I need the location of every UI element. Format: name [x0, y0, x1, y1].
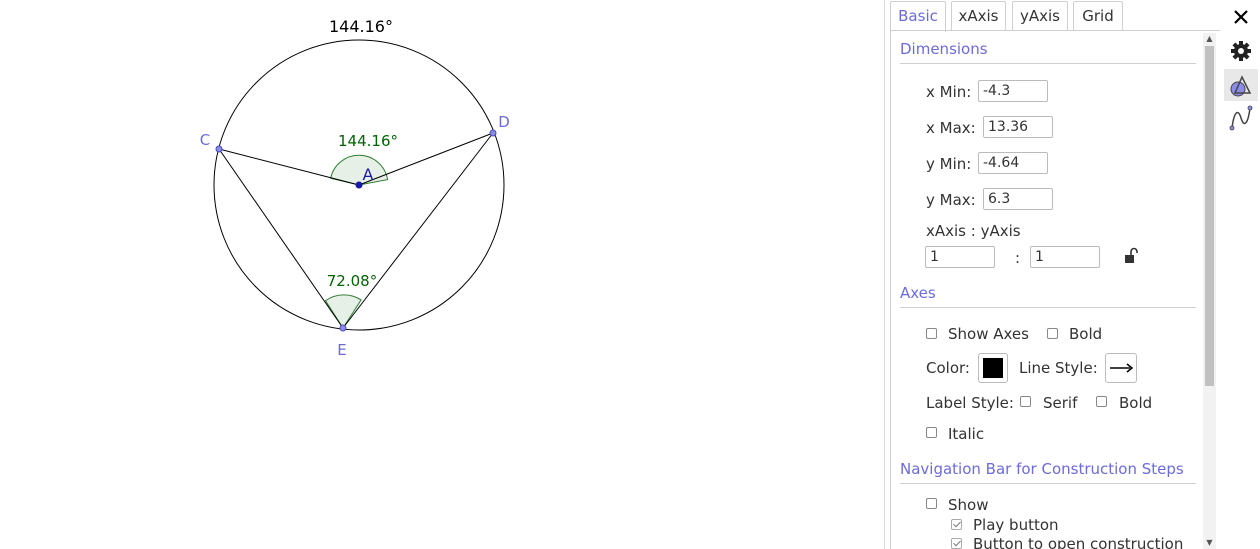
x-min-input[interactable]: [978, 80, 1048, 102]
show-axes-checkbox[interactable]: [926, 328, 937, 339]
close-icon[interactable]: [1228, 4, 1254, 30]
gear-icon[interactable]: [1224, 35, 1258, 67]
ratio-x-input[interactable]: [925, 246, 995, 268]
open-construction-label: Button to open construction: [973, 535, 1184, 549]
panel-divider: [884, 0, 885, 549]
x-max-label: x Max:: [926, 119, 976, 137]
y-min-label: y Min:: [926, 155, 972, 173]
ratio-separator: :: [1015, 249, 1021, 267]
x-min-label: x Min:: [926, 83, 972, 101]
central-angle-sector[interactable]: [330, 154, 389, 186]
point-d[interactable]: [489, 129, 497, 137]
tab-yaxis[interactable]: yAxis: [1012, 1, 1068, 30]
axes-color-button[interactable]: [978, 353, 1008, 383]
function-graph-icon[interactable]: [1224, 102, 1258, 134]
axes-title: Axes: [900, 284, 936, 302]
point-e[interactable]: [339, 324, 347, 332]
axes-color-swatch: [983, 358, 1003, 378]
settings-content: Dimensions x Min: x Max: y Min: y Max: x…: [890, 31, 1221, 549]
navigation-divider: [900, 483, 1196, 484]
show-navigation-label: Show: [948, 496, 989, 514]
axes-divider: [900, 307, 1196, 308]
navigation-title: Navigation Bar for Construction Steps: [900, 460, 1184, 478]
line-style-label: Line Style:: [1019, 359, 1098, 377]
settings-tabs: Basic xAxis yAxis Grid: [890, 1, 1222, 32]
point-label-a: A: [363, 165, 374, 184]
y-max-input[interactable]: [983, 188, 1053, 210]
axes-bold-checkbox[interactable]: [1047, 328, 1058, 339]
label-style-label: Label Style:: [926, 394, 1014, 412]
italic-label: Italic: [948, 425, 985, 443]
x-max-input[interactable]: [983, 116, 1053, 138]
scroll-thumb[interactable]: [1205, 46, 1214, 386]
arrow-line-icon: [1110, 363, 1134, 373]
scroll-down-arrow-icon[interactable]: ▼: [1203, 537, 1216, 549]
color-label: Color:: [926, 359, 970, 377]
dimensions-title: Dimensions: [900, 40, 988, 58]
serif-checkbox[interactable]: [1020, 396, 1031, 407]
graphics-settings-icon[interactable]: [1224, 69, 1258, 101]
tab-basic[interactable]: Basic: [890, 1, 946, 32]
dimensions-divider: [900, 63, 1196, 64]
play-button-checkbox[interactable]: [951, 519, 962, 530]
ratio-y-input[interactable]: [1030, 246, 1100, 268]
point-c[interactable]: [215, 145, 223, 153]
italic-checkbox[interactable]: [926, 427, 937, 438]
axes-ratio-label: xAxis : yAxis: [926, 222, 1021, 240]
scroll-up-arrow-icon[interactable]: ▲: [1203, 33, 1216, 45]
arc-angle-label: 144.16°: [329, 17, 393, 36]
axes-bold-label: Bold: [1069, 325, 1103, 343]
show-navigation-checkbox[interactable]: [926, 498, 937, 509]
open-construction-checkbox[interactable]: [951, 538, 962, 549]
tab-xaxis[interactable]: xAxis: [951, 1, 1006, 30]
label-bold-label: Bold: [1119, 394, 1153, 412]
inscribed-angle-label: 72.08°: [327, 272, 377, 290]
point-a[interactable]: [355, 181, 363, 189]
play-button-label: Play button: [973, 516, 1059, 534]
point-label-c: C: [200, 131, 210, 149]
line-style-button[interactable]: [1105, 353, 1137, 383]
serif-label: Serif: [1043, 394, 1078, 412]
point-label-e: E: [337, 341, 346, 359]
point-label-d: D: [498, 113, 510, 131]
tab-grid[interactable]: Grid: [1073, 1, 1123, 30]
label-bold-checkbox[interactable]: [1096, 396, 1107, 407]
show-axes-label: Show Axes: [948, 325, 1029, 343]
graphics-view[interactable]: 144.16° 144.16° 72.08° A C D E: [0, 0, 884, 549]
geometry-canvas[interactable]: 144.16° 144.16° 72.08° A C D E: [0, 0, 884, 549]
settings-scrollbar[interactable]: ▲ ▼: [1203, 33, 1216, 549]
central-angle-label: 144.16°: [338, 132, 398, 150]
y-min-input[interactable]: [978, 152, 1048, 174]
unlock-icon[interactable]: [1122, 246, 1140, 266]
y-max-label: y Max:: [926, 191, 976, 209]
settings-panel: Basic xAxis yAxis Grid Dimensions x Min:…: [884, 0, 1260, 549]
